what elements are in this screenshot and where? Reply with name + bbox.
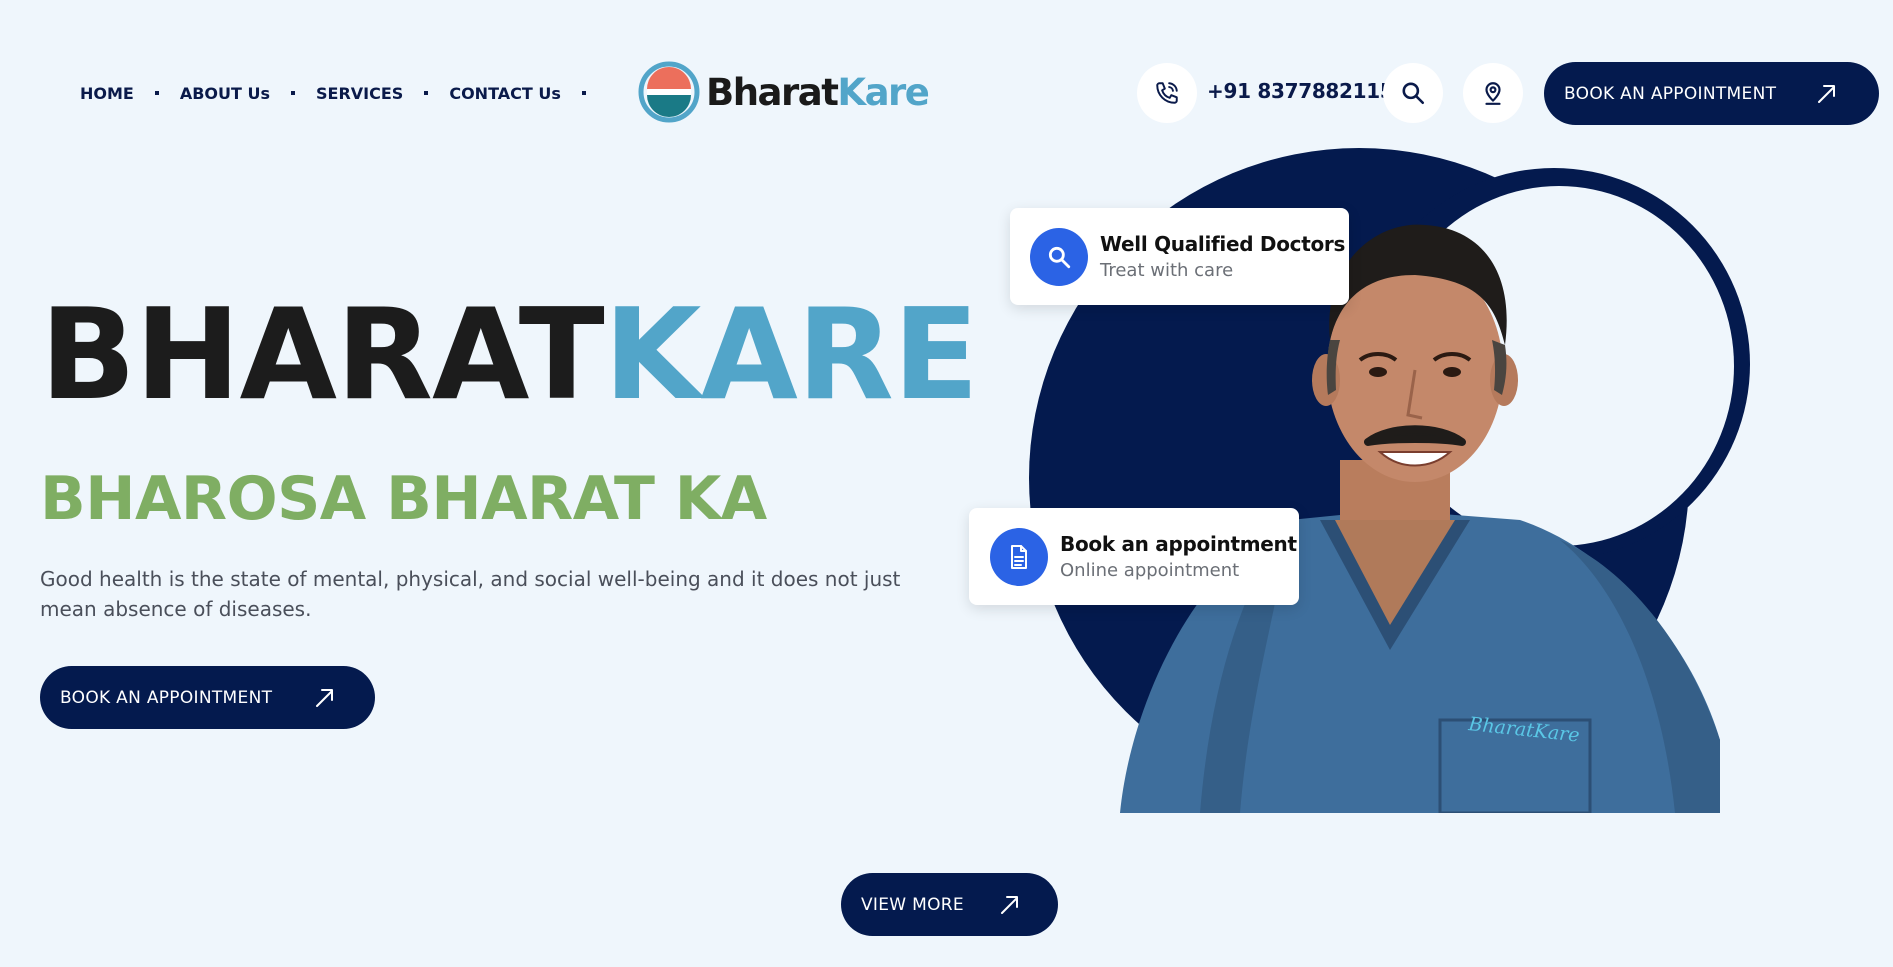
location-pin-icon: [1485, 82, 1501, 105]
nav-item-home: HOME: [80, 84, 180, 103]
nav-item-contact: CONTACT Us: [449, 84, 607, 103]
card-subtitle: Online appointment: [1060, 560, 1240, 581]
logo-mark-icon: [638, 61, 700, 123]
location-button[interactable]: [1463, 63, 1523, 123]
arrow-up-right-icon: [313, 686, 337, 710]
card-subtitle: Treat with care: [1100, 260, 1234, 281]
phone-icon: [1156, 82, 1178, 104]
card-search-icon-circle: [1030, 227, 1088, 286]
search-icon: [1402, 82, 1425, 105]
hero-title: BHARATKARE: [40, 292, 979, 418]
view-more-label: VIEW MORE: [861, 894, 964, 915]
nav-item-about: ABOUT Us: [180, 84, 316, 103]
feature-card-qualified-doctors: Well Qualified Doctors Treat with care: [1010, 208, 1349, 305]
card-text: Book an appointment Online appointment: [1060, 532, 1297, 581]
nav-separator-dot: [291, 91, 296, 95]
nav-item-services: SERVICES: [316, 84, 449, 103]
hero-title-kare: KARE: [603, 281, 979, 428]
logo-text-bharat: Bharat: [706, 70, 839, 114]
arrow-up-right-icon: [998, 893, 1022, 917]
nav-separator-dot: [424, 91, 429, 95]
nav-link-services[interactable]: SERVICES: [316, 84, 403, 103]
nav-separator-dot: [154, 91, 159, 95]
nav-link-about[interactable]: ABOUT Us: [180, 84, 270, 103]
view-more-button[interactable]: VIEW MORE: [841, 873, 1058, 936]
hero-book-appointment-label: BOOK AN APPOINTMENT: [60, 687, 273, 708]
search-button[interactable]: [1383, 63, 1443, 123]
hero-book-appointment-button[interactable]: BOOK AN APPOINTMENT: [40, 666, 375, 729]
nav-link-home[interactable]: HOME: [80, 84, 134, 103]
nav-link-contact[interactable]: CONTACT Us: [449, 84, 561, 103]
logo-text: BharatKare: [706, 70, 930, 114]
brand-logo[interactable]: BharatKare: [638, 60, 930, 124]
header-book-appointment-label: BOOK AN APPOINTMENT: [1564, 83, 1777, 104]
main-nav: HOME ABOUT Us SERVICES CONTACT Us: [80, 79, 607, 107]
document-icon: [1011, 544, 1027, 569]
feature-card-book-appointment: Book an appointment Online appointment: [969, 508, 1299, 605]
logo-text-kare: Kare: [837, 70, 929, 114]
header-book-appointment-button[interactable]: BOOK AN APPOINTMENT: [1544, 62, 1879, 125]
phone-button[interactable]: [1137, 63, 1197, 123]
card-title: Well Qualified Doctors: [1100, 232, 1346, 256]
hero-title-bharat: BHARAT: [40, 281, 605, 428]
arrow-up-right-icon: [1815, 82, 1839, 106]
card-text: Well Qualified Doctors Treat with care: [1100, 232, 1345, 281]
card-title: Book an appointment: [1060, 532, 1297, 556]
nav-separator-dot: [581, 91, 586, 95]
hero-tagline: BHAROSA BHARAT KA: [40, 464, 767, 534]
card-document-icon-circle: [990, 527, 1048, 586]
phone-number[interactable]: +91 8377882115: [1207, 79, 1394, 103]
search-icon: [1048, 246, 1071, 268]
hero-description: Good health is the state of mental, phys…: [40, 567, 901, 621]
